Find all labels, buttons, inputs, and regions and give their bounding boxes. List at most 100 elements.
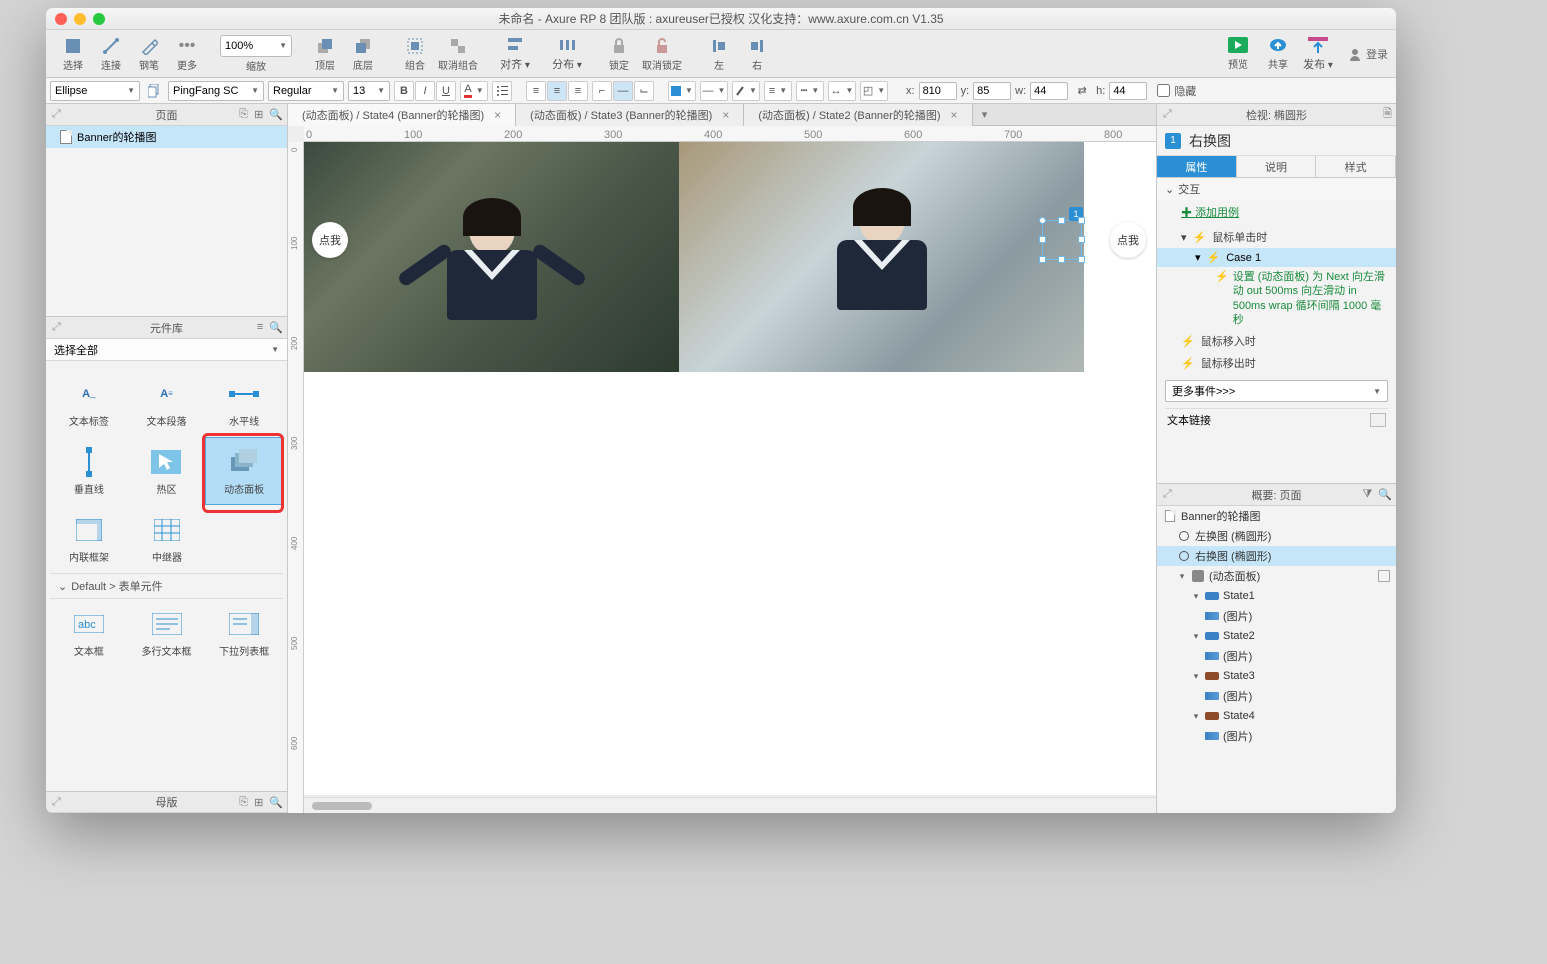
prev-button-shape[interactable]: 点我 bbox=[312, 222, 348, 258]
more-tools[interactable]: •••更多 bbox=[168, 32, 206, 76]
collapse-icon[interactable]: ⤢ bbox=[1163, 488, 1172, 501]
widget-inline-frame[interactable]: 内联框架 bbox=[50, 505, 128, 573]
align-menu[interactable]: 对齐 ▾ bbox=[496, 32, 534, 76]
horizontal-scrollbar[interactable] bbox=[304, 797, 1156, 813]
h-input[interactable] bbox=[1109, 82, 1147, 100]
outline-dynamic-panel[interactable]: ▾(动态面板) bbox=[1157, 566, 1396, 586]
border-style-button[interactable]: ┅▼ bbox=[796, 81, 824, 101]
notes-icon[interactable]: 🗎 bbox=[1383, 105, 1392, 124]
valign-bottom[interactable]: ⌙ bbox=[634, 81, 654, 101]
valign-middle[interactable]: ― bbox=[613, 81, 633, 101]
align-right-button[interactable]: 右 bbox=[738, 32, 776, 76]
x-input[interactable] bbox=[919, 82, 957, 100]
outline-right-ellipse[interactable]: 右换图 (椭圆形) bbox=[1157, 546, 1396, 566]
outline-image[interactable]: (图片) bbox=[1157, 726, 1396, 746]
pen-tool[interactable]: 钢笔 bbox=[130, 32, 168, 76]
more-events-dropdown[interactable]: 更多事件>>>▼ bbox=[1165, 380, 1388, 402]
distribute-menu[interactable]: 分布 ▾ bbox=[548, 32, 586, 76]
outline-state4[interactable]: ▾State4 bbox=[1157, 706, 1396, 726]
align-left-button[interactable]: 左 bbox=[700, 32, 738, 76]
select-tool[interactable]: 选择 bbox=[54, 32, 92, 76]
lock-button[interactable]: 锁定 bbox=[600, 32, 638, 76]
outline-state3[interactable]: ▾State3 bbox=[1157, 666, 1396, 686]
library-selector[interactable]: 选择全部▼ bbox=[46, 339, 287, 361]
lock-aspect-icon[interactable]: ⇄ bbox=[1072, 81, 1092, 101]
bring-front-button[interactable]: 顶层 bbox=[306, 32, 344, 76]
publish-button[interactable]: 发布 ▾ bbox=[1298, 36, 1338, 72]
bullets-button[interactable] bbox=[492, 81, 512, 101]
corners-button[interactable]: ◰▼ bbox=[860, 81, 888, 101]
next-button-shape[interactable]: 点我 bbox=[1110, 222, 1146, 258]
collapse-icon[interactable]: ⤢ bbox=[1163, 108, 1172, 121]
login-button[interactable]: 登录 bbox=[1348, 46, 1388, 62]
preview-button[interactable]: 预览 bbox=[1218, 36, 1258, 71]
outline-image[interactable]: (图片) bbox=[1157, 686, 1396, 706]
search-masters-icon[interactable]: 🔍 bbox=[269, 796, 283, 809]
italic-button[interactable]: I bbox=[415, 81, 435, 101]
add-page-icon[interactable]: ⎘ bbox=[239, 108, 248, 121]
case-row[interactable]: ▾⚡Case 1 bbox=[1157, 248, 1396, 267]
zoom-combo[interactable]: 100%▼ bbox=[220, 35, 292, 57]
outline-left-ellipse[interactable]: 左换图 (椭圆形) bbox=[1157, 526, 1396, 546]
banner-image-right[interactable] bbox=[679, 142, 1084, 372]
interactions-section[interactable]: ⌄交互 bbox=[1157, 178, 1396, 200]
unlock-button[interactable]: 取消锁定 bbox=[638, 32, 686, 76]
widget-text-paragraph[interactable]: A≡文本段落 bbox=[128, 369, 206, 437]
shape-combo[interactable]: Ellipse▼ bbox=[50, 81, 140, 101]
widget-select[interactable]: 下拉列表框 bbox=[205, 599, 283, 667]
widget-hotspot[interactable]: 热区 bbox=[128, 437, 206, 505]
text-color-button[interactable]: A▼ bbox=[460, 81, 488, 101]
add-master-folder-icon[interactable]: ⊞ bbox=[254, 796, 263, 809]
weight-combo[interactable]: Regular▼ bbox=[268, 81, 344, 101]
add-case-link[interactable]: ✚ 添加用例 bbox=[1157, 200, 1396, 226]
widget-textarea[interactable]: 多行文本框 bbox=[128, 599, 206, 667]
event-onclick[interactable]: ▾⚡鼠标单击时 bbox=[1157, 226, 1396, 248]
group-button[interactable]: 组合 bbox=[396, 32, 434, 76]
outline-image[interactable]: (图片) bbox=[1157, 646, 1396, 666]
event-onmouseenter[interactable]: ⚡鼠标移入时 bbox=[1157, 330, 1396, 352]
event-onmouseleave[interactable]: ⚡鼠标移出时 bbox=[1157, 352, 1396, 374]
underline-button[interactable]: U bbox=[436, 81, 456, 101]
filter-icon[interactable]: ⧩ bbox=[1362, 488, 1372, 501]
close-tab-icon[interactable]: × bbox=[722, 108, 729, 122]
page-row[interactable]: Banner的轮播图 bbox=[46, 126, 287, 148]
widget-name-input[interactable]: 右换图 bbox=[1189, 131, 1388, 151]
arrows-button[interactable]: ↔▼ bbox=[828, 81, 856, 101]
widget-dynamic-panel[interactable]: 动态面板 bbox=[205, 437, 283, 505]
border-width-button[interactable]: ≡▼ bbox=[764, 81, 792, 101]
minimize-window-button[interactable] bbox=[74, 13, 86, 25]
widget-vertical-line[interactable]: 垂直线 bbox=[50, 437, 128, 505]
close-tab-icon[interactable]: × bbox=[494, 108, 501, 122]
tab-overflow-icon[interactable]: ▾ bbox=[973, 104, 997, 125]
share-button[interactable]: 共享 bbox=[1258, 36, 1298, 71]
selection-handles[interactable]: 1 bbox=[1042, 220, 1082, 260]
send-back-button[interactable]: 底层 bbox=[344, 32, 382, 76]
tab-state2[interactable]: (动态面板) / State2 (Banner的轮播图)× bbox=[744, 104, 972, 126]
tab-state4[interactable]: (动态面板) / State4 (Banner的轮播图)× bbox=[288, 104, 516, 126]
copy-style-button[interactable] bbox=[144, 81, 164, 101]
tab-state3[interactable]: (动态面板) / State3 (Banner的轮播图)× bbox=[516, 104, 744, 126]
collapse-icon[interactable]: ⤢ bbox=[52, 796, 61, 809]
banner-image-left[interactable] bbox=[304, 142, 679, 372]
outline-state2[interactable]: ▾State2 bbox=[1157, 626, 1396, 646]
add-master-icon[interactable]: ⎘ bbox=[239, 796, 248, 809]
add-folder-icon[interactable]: ⊞ bbox=[254, 108, 263, 121]
search-library-icon[interactable]: 🔍 bbox=[269, 321, 283, 334]
fill-color-button[interactable]: ▼ bbox=[668, 81, 696, 101]
outline-image[interactable]: (图片) bbox=[1157, 606, 1396, 626]
hidden-checkbox[interactable] bbox=[1157, 84, 1170, 97]
font-combo[interactable]: PingFang SC▼ bbox=[168, 81, 264, 101]
action-row[interactable]: ⚡设置 (动态面板) 为 Next 向左滑动 out 500ms 向左滑动 in… bbox=[1157, 267, 1396, 330]
canvas[interactable]: 点我 点我 1 bbox=[304, 142, 1156, 795]
align-left-text[interactable]: ≡ bbox=[526, 81, 546, 101]
outline-page-row[interactable]: Banner的轮播图 bbox=[1157, 506, 1396, 526]
widget-textbox[interactable]: abc文本框 bbox=[50, 599, 128, 667]
search-outline-icon[interactable]: 🔍 bbox=[1378, 488, 1392, 501]
tab-notes[interactable]: 说明 bbox=[1237, 156, 1317, 177]
fontsize-combo[interactable]: 13▼ bbox=[348, 81, 390, 101]
collapse-icon[interactable]: ⤢ bbox=[52, 108, 61, 121]
widget-repeater[interactable]: 中继器 bbox=[128, 505, 206, 573]
border-color-button[interactable]: ▼ bbox=[732, 81, 760, 101]
w-input[interactable] bbox=[1030, 82, 1068, 100]
bold-button[interactable]: B bbox=[394, 81, 414, 101]
